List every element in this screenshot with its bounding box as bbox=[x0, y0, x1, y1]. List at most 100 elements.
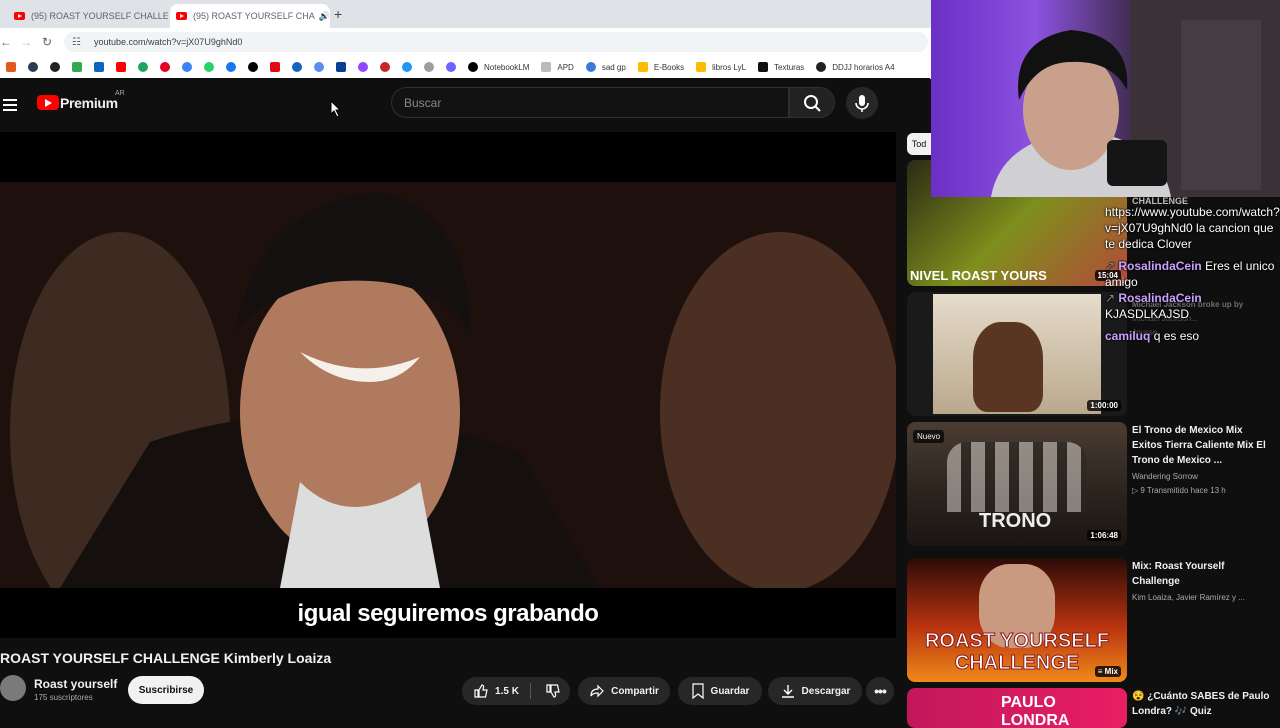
save-label: Guardar bbox=[711, 686, 750, 697]
channel-avatar[interactable] bbox=[0, 675, 26, 701]
new-badge: Nuevo bbox=[913, 430, 944, 443]
drive-icon bbox=[696, 62, 706, 72]
subscriber-count: 175 suscriptores bbox=[34, 693, 93, 702]
stream-chat-overlay: https://www.youtube.com/watch?v=jX07U9gh… bbox=[1105, 204, 1277, 344]
browser-tab-active[interactable]: (95) ROAST YOURSELF CHA 🔊 ✕ bbox=[170, 4, 330, 28]
bookmark-label: libros LyL bbox=[712, 63, 746, 72]
bookmark-favicon-icon[interactable] bbox=[204, 62, 214, 72]
bookmark-ddjj[interactable]: DDJJ horarios A4 bbox=[810, 62, 894, 72]
bookmark-favicon-icon[interactable] bbox=[50, 62, 60, 72]
save-button[interactable]: Guardar bbox=[678, 677, 762, 705]
chat-text: KJASDLKAJSD bbox=[1105, 307, 1189, 321]
bookmark-favicon-icon[interactable] bbox=[226, 62, 236, 72]
bookmark-favicon-icon[interactable] bbox=[358, 62, 368, 72]
bookmark-favicon-icon[interactable] bbox=[94, 62, 104, 72]
menu-icon[interactable] bbox=[3, 96, 17, 114]
bookmark-favicon-icon[interactable] bbox=[314, 62, 324, 72]
bookmark-favicon-icon[interactable] bbox=[380, 62, 390, 72]
bookmark-label: sad gp bbox=[602, 63, 626, 72]
bookmark-texturas[interactable]: Texturas bbox=[752, 62, 804, 72]
video-info[interactable]: El Trono de Mexico Mix Exitos Tierra Cal… bbox=[1132, 423, 1272, 498]
bookmark-favicon-icon[interactable] bbox=[292, 62, 302, 72]
bookmark-label: APD bbox=[557, 63, 573, 72]
video-meta-text: 9 Transmitido hace 13 h bbox=[1140, 486, 1225, 495]
bookmark-favicon-icon[interactable] bbox=[6, 62, 16, 72]
bookmark-favicon-icon[interactable] bbox=[248, 62, 258, 72]
search-button[interactable] bbox=[789, 87, 835, 118]
new-tab-icon[interactable]: + bbox=[334, 6, 342, 22]
bookmark-favicon-icon[interactable] bbox=[116, 62, 126, 72]
back-icon[interactable]: ← bbox=[0, 35, 12, 49]
bookmark-favicon-icon[interactable] bbox=[182, 62, 192, 72]
video-meta: ▷ 9 Transmitido hace 13 h bbox=[1132, 484, 1272, 498]
bookmark-favicon-icon[interactable] bbox=[160, 62, 170, 72]
notebook-icon bbox=[468, 62, 478, 72]
video-title: ROAST YOURSELF CHALLENGE Kimberly Loaiza bbox=[0, 650, 331, 666]
bookmark-favicon-icon[interactable] bbox=[138, 62, 148, 72]
youtube-favicon-icon bbox=[176, 12, 187, 20]
bookmark-libros[interactable]: libros LyL bbox=[690, 62, 746, 72]
bookmark-icon bbox=[691, 683, 705, 699]
bookmark-favicon-icon bbox=[816, 62, 826, 72]
bookmark-sad-gp[interactable]: sad gp bbox=[580, 62, 626, 72]
youtube-logo-icon[interactable] bbox=[37, 95, 59, 110]
chat-message: camiluq q es eso bbox=[1105, 328, 1277, 344]
video-thumbnail[interactable]: PAULO LONDRA bbox=[907, 688, 1127, 728]
video-thumbnail[interactable]: 1:00:00 bbox=[907, 292, 1127, 416]
dislike-button[interactable] bbox=[536, 677, 570, 705]
thumbnail-text: PAULO LONDRA bbox=[1001, 694, 1127, 728]
bookmark-ebooks[interactable]: E-Books bbox=[632, 62, 684, 72]
tab-title: (95) ROAST YOURSELF CHA bbox=[193, 11, 315, 21]
video-info[interactable]: Mix: Roast Yourself Challenge Kim Loaiza… bbox=[1132, 559, 1272, 605]
video-frame[interactable] bbox=[0, 182, 896, 588]
download-button[interactable]: Descargar bbox=[768, 677, 862, 705]
bookmark-favicon-icon[interactable] bbox=[270, 62, 280, 72]
premium-logo-text[interactable]: Premium bbox=[60, 95, 118, 111]
download-label: Descargar bbox=[802, 686, 851, 697]
more-icon: ••• bbox=[874, 683, 886, 699]
portrait-shape bbox=[973, 322, 1043, 412]
thumbnail-text: NIVEL ROAST YOURS bbox=[910, 268, 1047, 283]
video-caption: igual seguiremos grabando bbox=[0, 600, 896, 628]
share-button[interactable]: Compartir bbox=[578, 677, 670, 705]
tab-title: (95) ROAST YOURSELF CHALLE bbox=[31, 11, 168, 21]
bookmark-favicon-icon[interactable] bbox=[446, 62, 456, 72]
speaker-icon[interactable]: 🔊 bbox=[319, 11, 330, 22]
reload-icon[interactable]: ↻ bbox=[42, 35, 52, 49]
site-info-icon[interactable]: ☷ bbox=[72, 37, 86, 48]
bookmark-favicon-icon[interactable] bbox=[424, 62, 434, 72]
chip-all[interactable]: Tod bbox=[907, 133, 931, 155]
channel-name: Wandering Sorrow bbox=[1132, 470, 1272, 484]
more-actions-button[interactable]: ••• bbox=[866, 677, 894, 705]
bookmark-favicon-icon[interactable] bbox=[336, 62, 346, 72]
webcam-overlay bbox=[931, 0, 1280, 197]
video-scene-image bbox=[0, 182, 896, 588]
thumbnail-text: TRONO bbox=[979, 510, 1051, 533]
url-field[interactable]: ☷ youtube.com/watch?v=jX07U9ghNd0 bbox=[64, 32, 928, 52]
bookmark-favicon-icon[interactable] bbox=[72, 62, 82, 72]
like-count: 1.5 K bbox=[495, 686, 519, 697]
bookmark-notebooklm[interactable]: NotebookLM bbox=[462, 62, 529, 72]
voice-search-button[interactable] bbox=[846, 87, 878, 119]
video-info[interactable]: 😵 ¿Cuánto SABES de Paulo Londra? 🎶 Quiz bbox=[1132, 689, 1272, 719]
search-icon bbox=[790, 88, 836, 119]
search-input[interactable]: Buscar bbox=[391, 87, 789, 118]
microphone-icon bbox=[846, 87, 878, 119]
arrow-icon: ↗ bbox=[1105, 259, 1118, 273]
subscribe-button[interactable]: Suscribirse bbox=[128, 676, 204, 704]
chat-message: ↗ RosalindaCein KJASDLKAJSD bbox=[1105, 290, 1277, 322]
bookmark-label: NotebookLM bbox=[484, 63, 529, 72]
channel-name[interactable]: Roast yourself bbox=[34, 677, 117, 691]
streamer-webcam-image bbox=[931, 0, 1280, 197]
bookmark-apd[interactable]: APD bbox=[535, 62, 573, 72]
forward-icon[interactable]: → bbox=[20, 35, 32, 49]
chat-message: https://www.youtube.com/watch?v=jX07U9gh… bbox=[1105, 204, 1277, 252]
bookmark-label: E-Books bbox=[654, 63, 684, 72]
video-thumbnail[interactable]: ROAST YOURSELF CHALLENGE ≡ Mix bbox=[907, 558, 1127, 682]
bookmark-favicon-icon[interactable] bbox=[28, 62, 38, 72]
mix-badge: ≡ Mix bbox=[1095, 666, 1121, 677]
video-thumbnail[interactable]: Nuevo TRONO 1:06:48 bbox=[907, 422, 1127, 546]
band-members-image bbox=[947, 442, 1087, 512]
browser-tab[interactable]: (95) ROAST YOURSELF CHALLE ✕ bbox=[8, 4, 168, 28]
bookmark-favicon-icon[interactable] bbox=[402, 62, 412, 72]
